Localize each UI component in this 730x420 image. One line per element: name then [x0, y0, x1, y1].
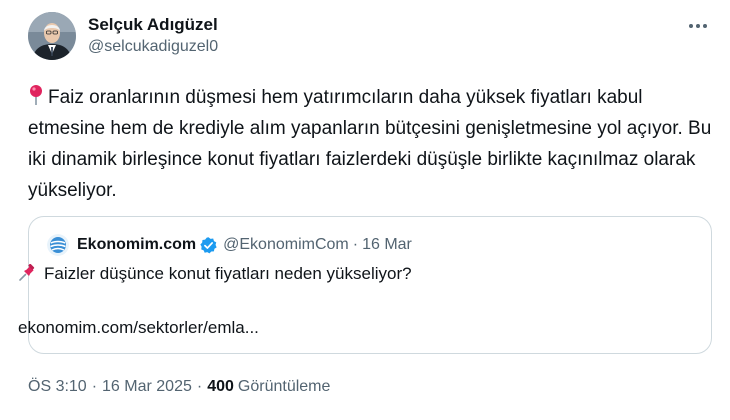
quoted-tweet-link[interactable]: ekonomim.com/sektorler/emla...: [18, 318, 259, 338]
round-pushpin-icon: [28, 84, 44, 106]
verified-badge-icon: [200, 236, 217, 253]
quoted-tweet-body: Faizler düşünce konut fiyatları neden yü…: [44, 264, 412, 283]
meta-separator-2: ·: [196, 378, 203, 395]
author-avatar[interactable]: [28, 12, 76, 60]
tweet-text: Faiz oranlarının düşmesi hem yatırımcıla…: [28, 82, 718, 206]
tweet-card: Selçuk Adıgüzel @selcukadiguzel0 Faiz or…: [0, 0, 730, 420]
more-options-button[interactable]: [684, 14, 712, 38]
quote-separator: ·: [352, 236, 359, 253]
more-horizontal-icon: [689, 24, 707, 28]
pushpin-icon: [18, 263, 36, 282]
views-label: Görüntüleme: [237, 378, 331, 395]
author-name[interactable]: Selçuk Adıgüzel: [88, 15, 218, 35]
quote-author-handle[interactable]: @EkonomimCom: [223, 236, 349, 254]
tweet-body: Faiz oranlarının düşmesi hem yatırımcıla…: [28, 87, 712, 201]
quoted-tweet-text: Faizler düşünce konut fiyatları neden yü…: [18, 263, 668, 284]
tweet-date[interactable]: 16 Mar 2025: [102, 378, 192, 396]
quote-date[interactable]: 16 Mar: [362, 236, 412, 254]
views-count: 400: [207, 378, 234, 395]
tweet-time[interactable]: ÖS 3:10: [28, 378, 87, 396]
quote-author-avatar[interactable]: [47, 234, 69, 256]
quoted-tweet-header: Ekonomim.com @EkonomimCom · 16 Mar: [47, 234, 412, 256]
meta-separator: ·: [91, 378, 98, 395]
author-handle[interactable]: @selcukadiguzel0: [88, 38, 218, 56]
quote-author-name[interactable]: Ekonomim.com: [77, 236, 196, 254]
tweet-meta: ÖS 3:10 · 16 Mar 2025 · 400 Görüntüleme: [28, 376, 330, 398]
